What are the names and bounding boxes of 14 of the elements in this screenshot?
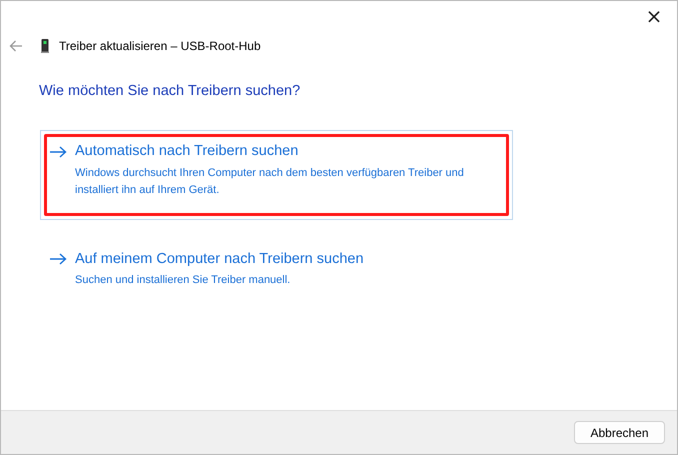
- option-description: Windows durchsucht Ihren Computer nach dem besten verfügbaren Treiber und installiert ihn auf Ihrem Gerät.: [75, 166, 465, 198]
- arrow-icon: [49, 253, 67, 266]
- close-button[interactable]: ×: [639, 3, 669, 29]
- option-title: Automatisch nach Treibern suchen: [75, 142, 298, 161]
- window-title: Treiber aktualisieren – USB-Root-Hub: [59, 38, 261, 55]
- option-link[interactable]: Auf meinem Computer nach Treibern suchen Suchen und installieren Sie Treiber manuell.: [40, 238, 513, 310]
- option-title: Auf meinem Computer nach Treibern suchen: [75, 250, 364, 268]
- arrow-icon: [49, 146, 67, 158]
- cancel-button[interactable]: Abbrechen: [574, 421, 665, 444]
- option-link[interactable]: Automatisch nach Treibern suchen Windows durchsucht Ihren Computer nach dem besten verfügbaren Treiber und installiert ihn auf Ihrem Gerät.: [40, 130, 513, 220]
- back-arrow-icon[interactable]: [9, 40, 23, 52]
- usb-device-icon: [41, 39, 49, 53]
- option-description: Suchen und installieren Sie Treiber manuell.: [75, 273, 292, 288]
- page-heading: Wie möchten Sie nach Treibern suchen?: [39, 82, 302, 101]
